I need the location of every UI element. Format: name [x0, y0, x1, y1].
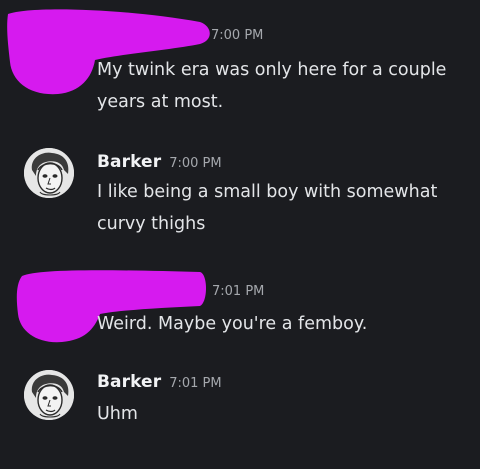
message-header: Barker 7:00 PM — [97, 152, 222, 172]
cartoon-face-avatar-icon — [24, 370, 74, 420]
username[interactable]: Barker — [97, 372, 161, 392]
avatar[interactable] — [24, 148, 74, 198]
message-text: I like being a small boy with somewhat c… — [97, 182, 438, 234]
message-text: Uhm — [97, 404, 138, 424]
username[interactable]: Barker — [97, 152, 161, 172]
message-timestamp: 7:00 PM — [169, 156, 222, 171]
message-text: Weird. Maybe you're a femboy. — [97, 314, 368, 334]
avatar[interactable] — [24, 370, 74, 420]
message-2: Barker 7:00 PM I like being a small boy w… — [0, 140, 480, 250]
message-3: 7:01 PM Weird. Maybe you're a femboy. — [0, 262, 480, 343]
message-timestamp: 7:01 PM — [169, 376, 222, 391]
message-4: Barker 7:01 PM Uhm — [0, 362, 480, 442]
message-header: Barker 7:01 PM — [97, 372, 222, 392]
message-timestamp: 7:01 PM — [212, 284, 265, 299]
message-text: My twink era was only here for a couple … — [97, 60, 447, 112]
message-timestamp: 7:00 PM — [211, 28, 264, 43]
message-1: 7:00 PM My twink era was only here for a… — [0, 0, 480, 130]
cartoon-face-avatar-icon — [24, 148, 74, 198]
